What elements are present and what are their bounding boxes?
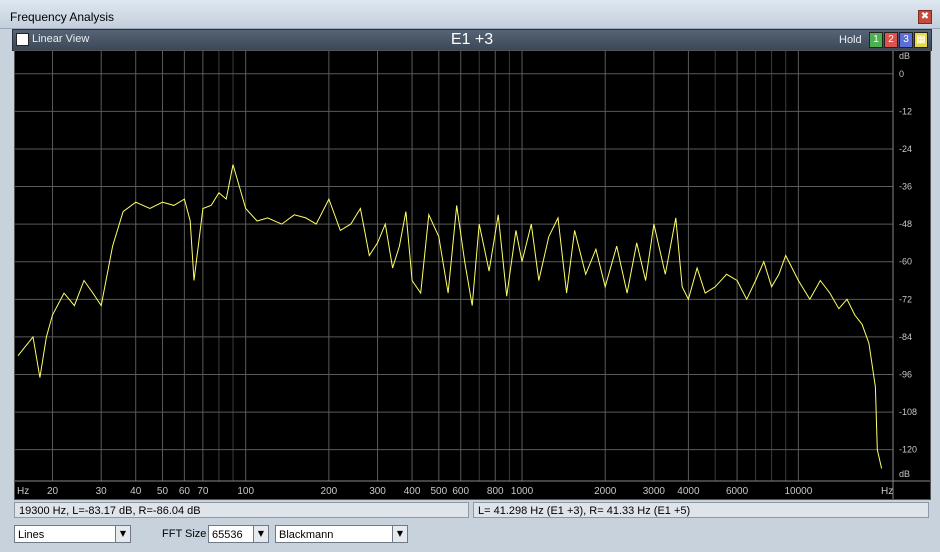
x-tick-label: 300 bbox=[369, 486, 386, 497]
fft-size-select[interactable]: 65536 ▼ bbox=[208, 525, 269, 543]
window-function-select[interactable]: Blackmann ▼ bbox=[275, 525, 408, 543]
spectrum-plot[interactable]: 20 30 40 50 60 70 100 200 300 400 500 600 800 1000 200… bbox=[14, 50, 931, 500]
hold-button-2[interactable]: 2 bbox=[884, 32, 898, 48]
x-tick-label: 30 bbox=[96, 486, 108, 497]
x-tick-label: 800 bbox=[487, 486, 504, 497]
cursor-status: 19300 Hz, L=-83.17 dB, R=-86.04 dB bbox=[14, 502, 469, 518]
hold-button-1[interactable]: 1 bbox=[869, 32, 883, 48]
x-tick-label: 20 bbox=[47, 486, 59, 497]
y-axis-label-top: dB bbox=[899, 51, 910, 61]
clipboard-icon: ▦ bbox=[916, 34, 926, 45]
graph-toolbar: Linear View E1 +3 Hold 1 2 3 ▦ bbox=[12, 29, 932, 51]
hold-button-3[interactable]: 3 bbox=[899, 32, 913, 48]
display-mode-value: Lines bbox=[18, 529, 45, 541]
x-tick-label: 50 bbox=[157, 486, 169, 497]
y-tick-label: -108 bbox=[899, 407, 917, 417]
chevron-down-icon: ▼ bbox=[392, 526, 407, 542]
title-bar[interactable]: Frequency Analysis ✖ bbox=[0, 0, 940, 29]
y-tick-label: -60 bbox=[899, 257, 912, 267]
fft-size-value: 65536 bbox=[212, 529, 243, 541]
fft-size-label: FFT Size bbox=[162, 528, 207, 540]
chevron-down-icon: ▼ bbox=[115, 526, 130, 542]
x-tick-label: 600 bbox=[452, 486, 469, 497]
x-tick-label: 100 bbox=[237, 486, 254, 497]
x-tick-label: 70 bbox=[197, 486, 209, 497]
y-tick-label: -84 bbox=[899, 332, 912, 342]
x-tick-label: 4000 bbox=[677, 486, 700, 497]
x-tick-label: 60 bbox=[179, 486, 191, 497]
hold-label: Hold bbox=[839, 34, 862, 46]
y-tick-label: -48 bbox=[899, 219, 912, 229]
y-tick-label: -12 bbox=[899, 106, 912, 116]
window-title: Frequency Analysis bbox=[10, 10, 115, 24]
window-function-value: Blackmann bbox=[279, 529, 334, 541]
x-tick-label: 10000 bbox=[784, 486, 812, 497]
y-tick-label: -36 bbox=[899, 182, 912, 192]
y-tick-label: -72 bbox=[899, 294, 912, 304]
chevron-down-icon: ▼ bbox=[253, 526, 268, 542]
y-tick-label: -120 bbox=[899, 445, 917, 455]
x-axis-label-left: Hz bbox=[17, 486, 29, 497]
frequency-analysis-window: Frequency Analysis ✖ Linear View E1 +3 H… bbox=[0, 0, 940, 552]
spectrum-trace bbox=[17, 164, 883, 469]
x-tick-label: 1000 bbox=[511, 486, 534, 497]
x-tick-label: 400 bbox=[404, 486, 421, 497]
y-axis-label-bottom: dB bbox=[899, 469, 910, 479]
y-tick-label: -96 bbox=[899, 370, 912, 380]
spectrum-chart: 20 30 40 50 60 70 100 200 300 400 500 600 800 1000 200… bbox=[15, 51, 930, 499]
x-tick-label: 2000 bbox=[594, 486, 617, 497]
hold-copy-button[interactable]: ▦ bbox=[914, 32, 928, 48]
x-tick-label: 6000 bbox=[726, 486, 749, 497]
x-tick-label: 40 bbox=[130, 486, 142, 497]
x-tick-label: 200 bbox=[321, 486, 338, 497]
display-mode-select[interactable]: Lines ▼ bbox=[14, 525, 131, 543]
x-axis-label-right: Hz bbox=[881, 486, 893, 497]
close-icon[interactable]: ✖ bbox=[918, 10, 932, 24]
peak-status: L= 41.298 Hz (E1 +3), R= 41.33 Hz (E1 +5… bbox=[473, 502, 929, 518]
x-tick-label: 3000 bbox=[643, 486, 666, 497]
y-tick-label: 0 bbox=[899, 69, 904, 79]
x-tick-label: 500 bbox=[430, 486, 447, 497]
y-tick-label: -24 bbox=[899, 144, 912, 154]
graph-name: E1 +3 bbox=[450, 31, 494, 48]
